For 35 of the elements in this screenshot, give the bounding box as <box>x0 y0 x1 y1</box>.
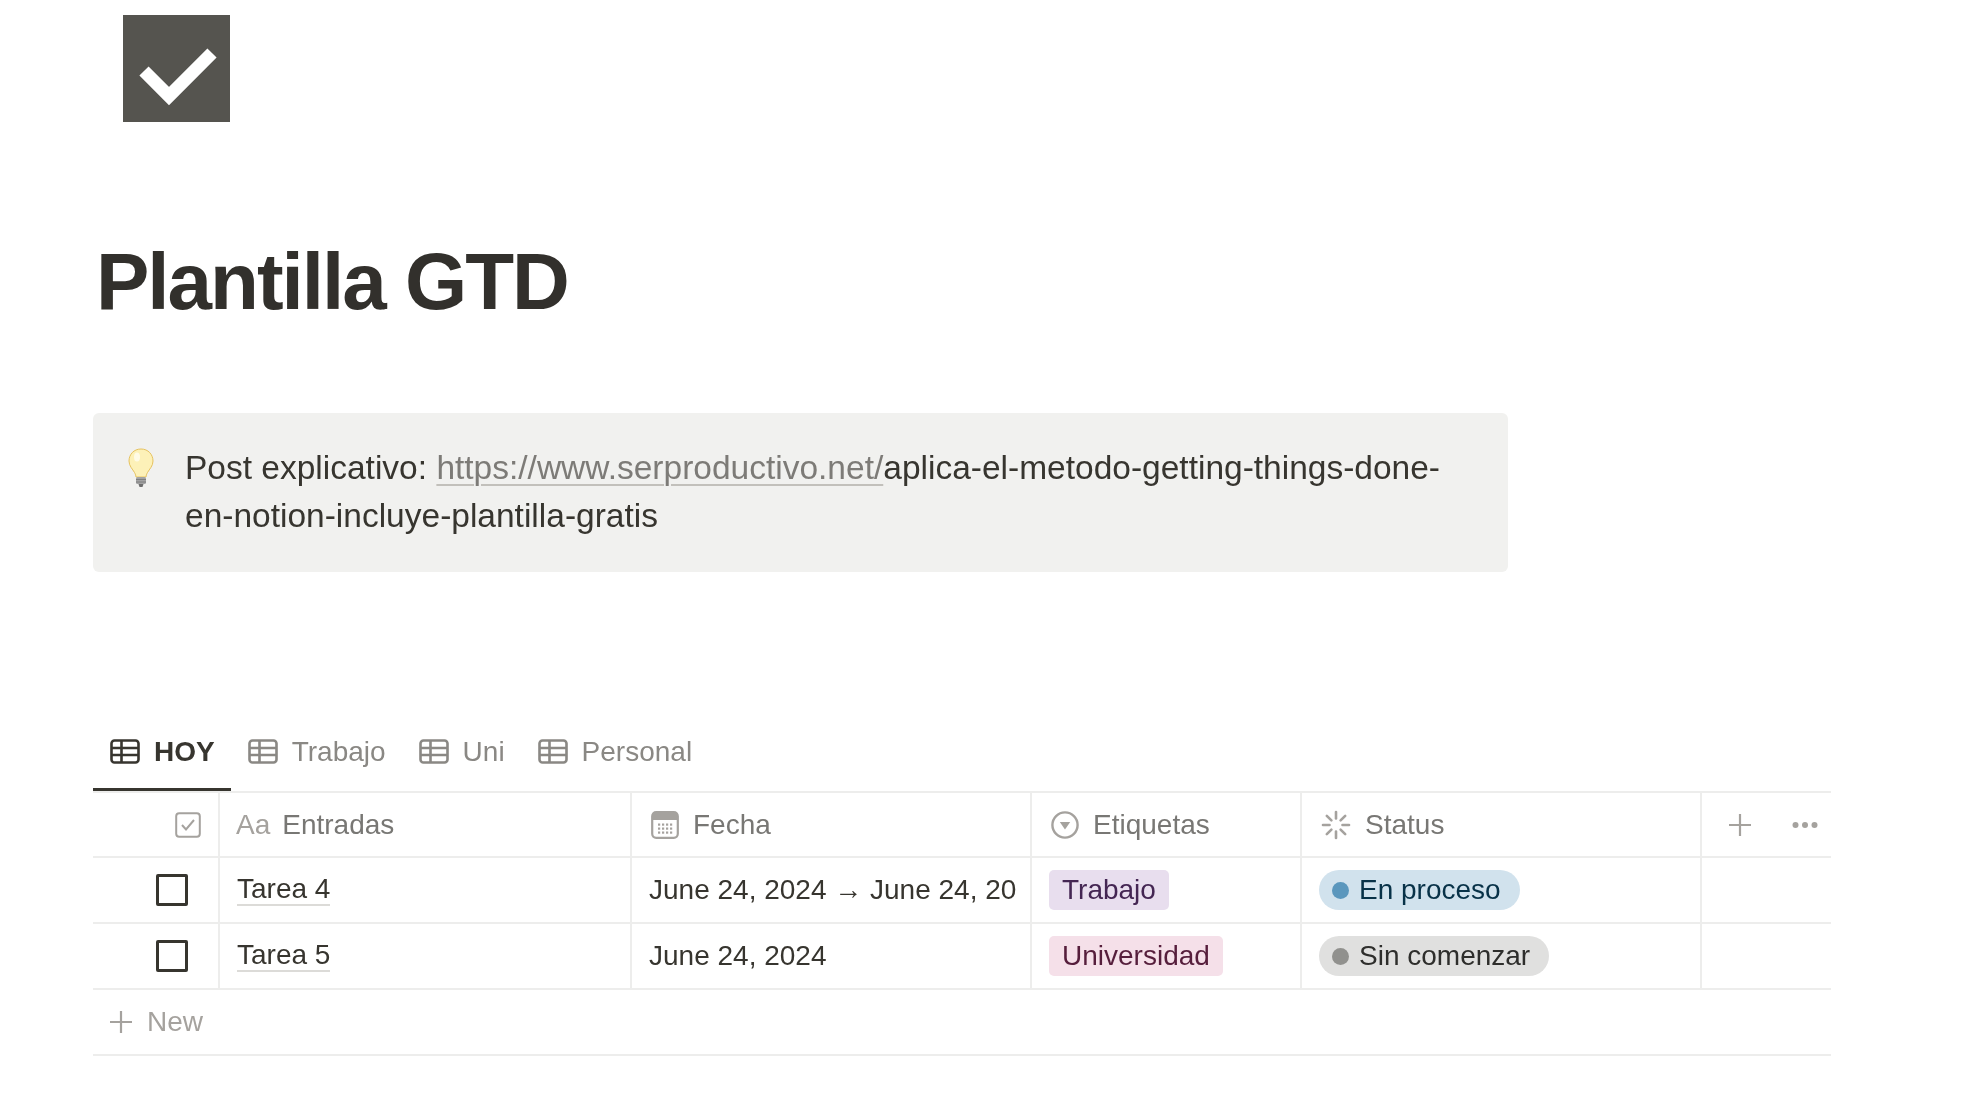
date-text: June 24, 2024 <box>649 940 827 972</box>
page-title: Plantilla GTD <box>96 236 569 328</box>
date-text: June 24, 2024 → June 24, 20 <box>649 874 1017 906</box>
plus-icon <box>1728 812 1752 837</box>
view-tab[interactable]: Uni <box>401 715 521 791</box>
column-header[interactable]: Fecha <box>632 793 1032 856</box>
status-label: Sin comenzar <box>1359 940 1531 972</box>
checkbox[interactable] <box>156 940 188 972</box>
column-header[interactable]: Aa Entradas <box>220 793 632 856</box>
more-icon <box>1792 820 1818 829</box>
plus-icon <box>109 1010 133 1034</box>
checkbox[interactable] <box>156 874 188 906</box>
calendar-icon <box>651 810 679 839</box>
check-square-icon <box>123 15 230 122</box>
tag: Universidad <box>1049 936 1223 976</box>
page-link[interactable]: Tarea 4 <box>237 874 331 906</box>
page-link[interactable]: Tarea 5 <box>237 940 331 972</box>
view-tab[interactable]: Trabajo <box>230 715 402 791</box>
column-header[interactable]: Status <box>1302 793 1702 856</box>
link[interactable]: https://www.serproductivo.net/ <box>436 449 884 486</box>
table-icon <box>537 739 568 764</box>
spinner-icon <box>1321 809 1351 840</box>
status-label: En proceso <box>1359 874 1501 906</box>
callout-text: Post explicativo: https://www.serproductivo.net/aplica-el-metodo-getting-things-done-en-notion-incluye-plantilla-gratis <box>185 448 1442 536</box>
checkbox-icon <box>175 811 201 838</box>
table-icon <box>418 739 449 764</box>
lightbulb-icon <box>128 448 154 488</box>
view-tab[interactable]: HOY <box>93 715 231 791</box>
new-row-button[interactable]: New <box>93 990 1831 1056</box>
tag: Trabajo <box>1049 870 1169 910</box>
column-header[interactable]: Etiquetas <box>1032 793 1302 856</box>
table-icon <box>247 739 278 764</box>
caret-circle-icon <box>1051 810 1079 839</box>
view-tab[interactable]: Personal <box>520 715 709 791</box>
table-icon <box>110 739 140 764</box>
